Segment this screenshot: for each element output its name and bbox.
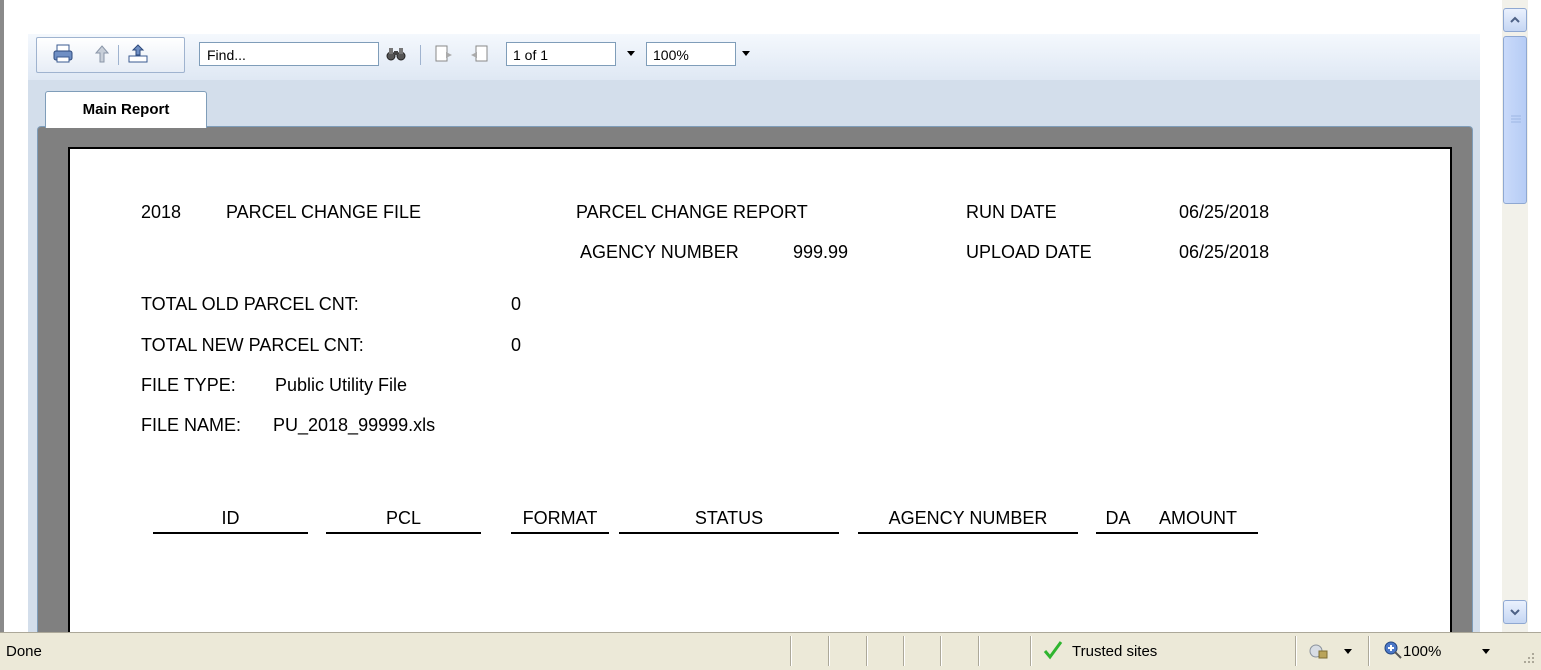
new-parcel-count-value: 0 xyxy=(511,335,522,355)
new-parcel-count-label: TOTAL NEW PARCEL CNT: xyxy=(141,335,364,355)
file-name-value: PU_2018_99999.xls xyxy=(273,415,436,435)
print-icon[interactable] xyxy=(52,43,74,65)
resize-grip-icon[interactable] xyxy=(1522,651,1536,665)
checkmark-icon xyxy=(1043,641,1063,660)
status-divider xyxy=(828,636,830,666)
column-header-format: FORMAT xyxy=(522,508,598,528)
previous-page-icon[interactable] xyxy=(468,43,490,65)
status-divider xyxy=(1295,636,1297,666)
column-header-agency-number: AGENCY NUMBER xyxy=(888,508,1048,528)
grip-icon xyxy=(1511,115,1521,123)
protected-mode-dropdown-icon[interactable] xyxy=(1344,649,1352,654)
column-header-id: ID xyxy=(221,508,240,528)
run-date-value: 06/25/2018 xyxy=(1179,202,1270,222)
status-divider xyxy=(1368,636,1370,666)
column-header-status: STATUS xyxy=(694,508,764,528)
file-name-label: FILE NAME: xyxy=(141,415,242,435)
status-divider xyxy=(866,636,868,666)
column-underline xyxy=(326,532,481,534)
page-dropdown-arrow-icon[interactable] xyxy=(627,51,635,56)
zoom-select[interactable]: 100% xyxy=(646,42,736,66)
window-left-border xyxy=(0,0,4,632)
protected-mode-icon[interactable] xyxy=(1308,641,1330,661)
status-divider xyxy=(940,636,942,666)
status-zoom-dropdown-icon[interactable] xyxy=(1482,649,1490,654)
status-divider xyxy=(978,636,980,666)
status-zoom-level[interactable]: 100% xyxy=(1403,643,1441,660)
tab-main-report[interactable]: Main Report xyxy=(45,91,207,128)
status-divider xyxy=(1030,636,1032,666)
column-underline xyxy=(1096,532,1258,534)
page-number-input[interactable]: 1 of 1 xyxy=(506,42,616,66)
file-type-value: Public Utility File xyxy=(275,375,408,395)
column-underline xyxy=(153,532,308,534)
scrollbar-thumb[interactable] xyxy=(1503,36,1527,204)
file-type-label: FILE TYPE: xyxy=(141,375,236,395)
column-header-da: DA xyxy=(1105,508,1131,528)
agency-number-value: 999.99 xyxy=(793,242,849,262)
toolbar-divider xyxy=(420,45,421,65)
find-input[interactable]: Find... xyxy=(199,42,379,66)
chevron-up-icon xyxy=(1510,16,1520,23)
agency-number-label: AGENCY NUMBER xyxy=(580,242,739,262)
scroll-down-button[interactable] xyxy=(1503,600,1527,624)
chevron-down-icon xyxy=(1510,609,1520,616)
run-date-label: RUN DATE xyxy=(966,202,1057,222)
column-underline xyxy=(619,532,839,534)
scroll-up-button[interactable] xyxy=(1503,8,1527,32)
column-underline xyxy=(511,532,609,534)
toolbar-divider xyxy=(118,45,119,65)
status-divider xyxy=(790,636,792,666)
report-title: PARCEL CHANGE REPORT xyxy=(576,202,808,222)
status-divider xyxy=(903,636,905,666)
next-page-icon[interactable] xyxy=(433,43,455,65)
report-year: 2018 xyxy=(141,202,182,222)
status-text: Done xyxy=(6,643,42,660)
security-zone-label: Trusted sites xyxy=(1072,643,1158,660)
column-underline xyxy=(858,532,1078,534)
export-icon[interactable] xyxy=(127,43,149,65)
zoom-dropdown-arrow-icon[interactable] xyxy=(742,51,750,56)
zoom-icon[interactable] xyxy=(1384,641,1402,659)
binoculars-icon[interactable] xyxy=(385,43,407,65)
old-parcel-count-value: 0 xyxy=(511,294,522,314)
column-header-amount: AMOUNT xyxy=(1159,508,1237,528)
upload-date-label: UPLOAD DATE xyxy=(966,242,1092,262)
upload-date-value: 06/25/2018 xyxy=(1179,242,1270,262)
column-header-pcl: PCL xyxy=(385,508,421,528)
export-up-icon[interactable] xyxy=(91,43,113,65)
report-file-title: PARCEL CHANGE FILE xyxy=(226,202,422,222)
old-parcel-count-label: TOTAL OLD PARCEL CNT: xyxy=(141,294,359,314)
